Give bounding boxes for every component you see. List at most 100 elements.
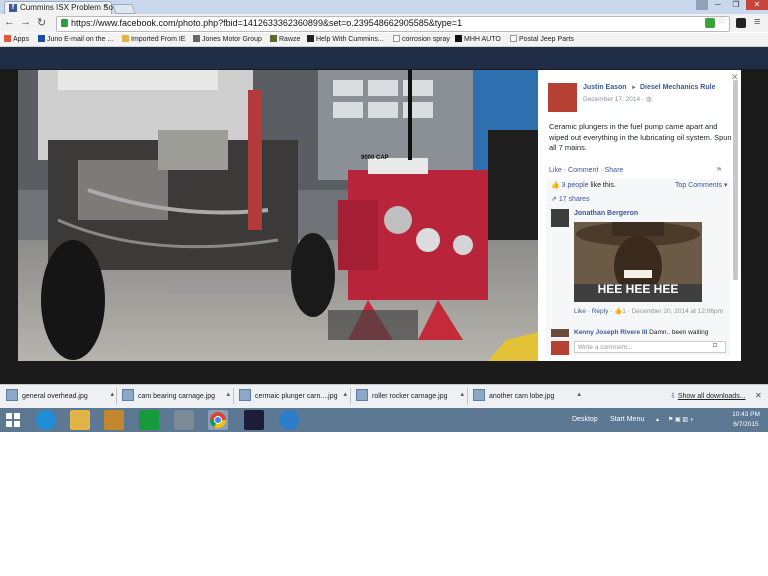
download-item[interactable]: another cam lobe.jpg ▴ [473,389,583,404]
apps-grid-icon [4,35,11,42]
comment-gif[interactable]: HEE HEE HEE [574,222,702,302]
page-icon [510,35,517,42]
image-file-icon [6,389,18,401]
clock-time[interactable]: 10:43 PM [726,411,766,418]
comment-like-icon: 👍 [614,308,623,315]
reload-icon[interactable]: ↻ [37,16,46,29]
browser-tab[interactable]: f Cummins ISX Problem So × [4,1,113,15]
bookmark-mhh-auto[interactable]: MHH AUTO [455,35,501,43]
side-panel-scrollbar[interactable] [733,80,738,280]
download-arrow-icon: ⇩ [670,393,676,400]
bookmark-rawze[interactable]: Rawze [270,35,300,43]
bookmark-apps[interactable]: Apps [4,35,29,43]
extension-icon[interactable] [705,18,715,28]
amazon-icon [393,35,400,42]
chevron-up-icon[interactable]: ▴ [226,390,230,398]
bookmark-imported-from-ie[interactable]: Imported From IE [122,35,185,43]
close-downloads-icon[interactable]: ✕ [755,391,762,400]
comment-meta: Like · Reply · 👍1 · December 20, 2014 at… [574,308,724,315]
download-separator [116,388,117,404]
likes-summary: 👍 3 people like this. [551,182,616,189]
tray-chevron-icon[interactable]: ▴ [656,416,659,423]
back-arrow-icon[interactable]: ← [4,16,15,28]
top-comments-dropdown[interactable]: Top Comments ▾ [675,181,728,189]
engine-cap-label: 9000 CAP [361,155,389,161]
download-item[interactable]: cam bearing carnage.jpg ▴ [122,389,232,404]
minimize-button[interactable]: ─ [708,0,728,10]
tray-icons[interactable]: ⚑ ▣ ▥ ◖ [668,416,693,423]
maximize-button[interactable]: ❐ [726,0,746,10]
chevron-up-icon[interactable]: ▴ [110,390,114,398]
tab-title: Cummins ISX Problem So [20,3,113,12]
share-icon: ⇗ [551,196,557,203]
globe-icon: ◍ [645,96,652,103]
new-tab-button[interactable] [112,4,136,14]
camera-icon[interactable]: ◘ [713,342,717,349]
post-author[interactable]: Justin Eason [583,84,627,91]
star-bookmark-icon[interactable]: ☆ [717,16,726,27]
post-group[interactable]: Diesel Mechanics Rule [640,84,715,91]
bookmark-corrosion-spray[interactable]: corrosion spray [393,35,450,43]
arrow-right-icon: ► [631,85,637,91]
image-file-icon [473,389,485,401]
tab-close-button[interactable]: × [103,2,108,11]
chrome-icon[interactable] [208,410,228,430]
download-item[interactable]: cermaic plunger carn....jpg ▴ [239,389,349,404]
download-item[interactable]: roller rocker carnage.jpg ▴ [356,389,466,404]
shares-count[interactable]: ⇗ 17 shares [551,195,590,203]
extension-check-icon[interactable] [736,18,746,28]
second-comment: Kenny Joseph Rivere III Damn.. been wait… [574,329,709,336]
comment-actions[interactable]: Like · Reply · [574,308,614,315]
post-date[interactable]: December 17, 2014 · ◍ [583,95,652,103]
jones-icon [193,35,200,42]
bookmarks-bar [0,33,768,47]
download-item[interactable]: general overhead.jpg ▴ [6,389,116,404]
chevron-up-icon[interactable]: ▴ [460,390,464,398]
clock-date[interactable]: 6/7/2015 [726,421,766,428]
desktop-toolbar[interactable]: Desktop [572,416,598,423]
post-photo[interactable]: 9000 CAP [18,70,538,361]
post-text: Ceramic plungers in the fuel pump came a… [549,122,732,152]
thumbs-up-icon: 👍 [551,182,560,189]
menu-icon[interactable]: ≡ [754,16,760,28]
bookmark-postal-jeep[interactable]: Postal Jeep Parts [510,35,574,43]
post-actions[interactable]: Like · Comment · Share [549,167,623,174]
chevron-up-icon[interactable]: ▴ [343,390,347,398]
download-separator [350,388,351,404]
file-explorer-icon[interactable] [70,410,90,430]
windows-start-icon[interactable] [6,413,20,427]
comment-author[interactable]: Jonathan Bergeron [574,210,638,217]
author-avatar[interactable] [548,83,577,112]
likes-count-link[interactable]: 3 people [562,182,589,189]
second-comment-author[interactable]: Kenny Joseph Rivere III [574,329,647,336]
internet-explorer-icon[interactable] [36,410,56,430]
close-window-button[interactable]: ✕ [746,0,768,10]
url-text: https://www.facebook.com/photo.php?fbid=… [71,18,463,28]
bookmark-juno[interactable]: Juno E-mail on the ... [38,35,113,43]
user-profile-icon[interactable] [696,0,708,10]
flag-icon[interactable]: ⚑ [716,166,722,174]
mhh-icon [455,35,462,42]
my-avatar [551,341,569,355]
paint-icon[interactable] [174,410,194,430]
chevron-up-icon[interactable]: ▴ [577,390,581,398]
address-bar[interactable]: https://www.facebook.com/photo.php?fbid=… [56,16,730,32]
comment-input[interactable]: Write a comment... [574,341,726,353]
bookmark-jones-motor[interactable]: Jones Motor Group [193,35,262,43]
rawze-icon [270,35,277,42]
second-commenter-avatar[interactable] [551,329,569,337]
media-app-icon[interactable] [244,410,264,430]
app-icon[interactable] [104,410,124,430]
store-icon[interactable] [139,410,159,430]
facebook-header-dimmed [0,47,768,69]
gif-caption: HEE HEE HEE [597,282,679,296]
commenter-avatar[interactable] [551,209,569,227]
clock-app-icon[interactable] [279,410,299,430]
image-file-icon [122,389,134,401]
show-all-downloads[interactable]: ⇩ Show all downloads... [670,392,746,400]
start-menu-toolbar[interactable]: Start Menu [610,416,644,423]
juno-icon [38,35,45,42]
engine-photo-illustration [18,70,538,361]
forward-arrow-icon[interactable]: → [20,16,31,28]
bookmark-help-with-cummins[interactable]: Help With Cummins... [307,35,384,43]
